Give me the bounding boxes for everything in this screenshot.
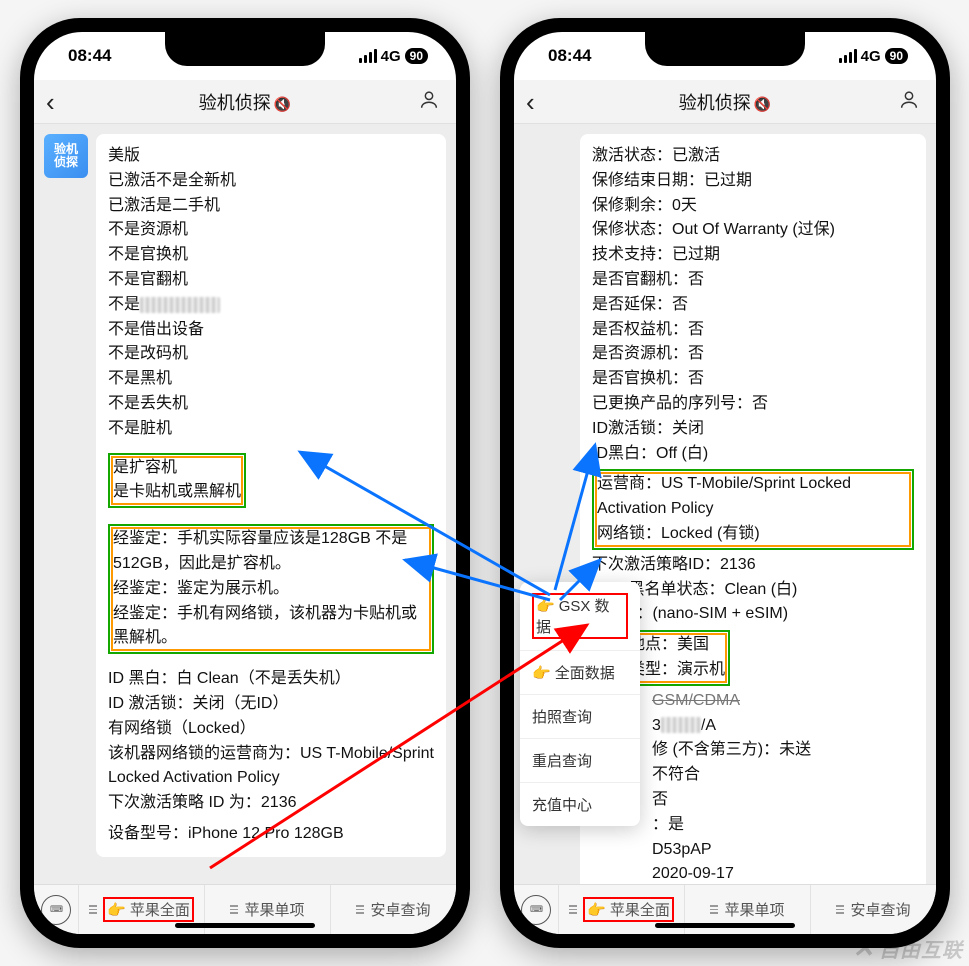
text-line: 不是借出设备 — [108, 318, 434, 343]
text-line: 下次激活策略ID：2136 — [592, 553, 914, 578]
popup-gsx[interactable]: 👉GSX 数据 — [520, 582, 640, 651]
text-line: 已激活是二手机 — [108, 194, 434, 219]
home-indicator[interactable] — [655, 923, 795, 928]
text-line: 已更换产品的序列号：否 — [592, 392, 914, 417]
profile-icon[interactable] — [418, 88, 440, 115]
popup-reboot[interactable]: 重启查询 — [520, 739, 640, 783]
footer-android[interactable]: 安卓查询 — [810, 885, 936, 934]
popup-photo[interactable]: 拍照查询 — [520, 695, 640, 739]
text-line: 经鉴定：鉴定为展示机。 — [113, 577, 429, 602]
text-line: GSM/CDMA — [592, 689, 914, 714]
mute-icon: 🔇 — [754, 96, 771, 112]
status-network: 4G — [861, 48, 881, 65]
text-line: 不是黑机 — [108, 367, 434, 392]
back-icon[interactable]: ‹ — [46, 89, 55, 115]
nav-bar: ‹ 验机侦探🔇 — [514, 80, 936, 124]
text-line: 不是官翻机 — [108, 268, 434, 293]
status-time: 08:44 — [548, 46, 591, 66]
text-line: ID激活锁：关闭 — [592, 417, 914, 442]
text-line: GSM黑名单状态：Clean (白) — [592, 578, 914, 603]
status-time: 08:44 — [68, 46, 111, 66]
page-title: 验机侦探 — [199, 93, 271, 113]
text-line: 2020-09-17 — [592, 862, 914, 884]
page-title: 验机侦探 — [679, 93, 751, 113]
text-line: ID 黑白：白 Clean（不是丢失机） — [108, 667, 434, 692]
text-line: 不是丢失机 — [108, 392, 434, 417]
popup-recharge[interactable]: 充值中心 — [520, 783, 640, 826]
text-line: 不是改码机 — [108, 342, 434, 367]
text-line: 美版 — [108, 144, 434, 169]
back-icon[interactable]: ‹ — [526, 89, 535, 115]
text-line: 激活状态：已激活 — [592, 144, 914, 169]
highlight-carrier: 运营商：US T-Mobile/Sprint Locked Activation… — [592, 469, 914, 549]
home-indicator[interactable] — [175, 923, 315, 928]
footer-android[interactable]: 安卓查询 — [330, 885, 456, 934]
redacted-text — [140, 297, 220, 313]
text-line: 是否资源机：否 — [592, 342, 914, 367]
text-line: 不是 — [108, 293, 434, 318]
profile-icon[interactable] — [898, 88, 920, 115]
text-line: 技术支持：已过期 — [592, 243, 914, 268]
avatar[interactable]: 验机侦探 — [44, 134, 88, 178]
watermark: ✕自由互联 — [852, 933, 963, 964]
battery-icon: 90 — [885, 48, 908, 64]
text-line: 是否官翻机：否 — [592, 268, 914, 293]
text-line: 保修结束日期：已过期 — [592, 169, 914, 194]
text-line: 是否延保：否 — [592, 293, 914, 318]
popup-menu: 👉GSX 数据 👉全面数据 拍照查询 重启查询 充值中心 — [520, 582, 640, 826]
signal-icon — [359, 49, 377, 63]
text-line: 有网络锁（Locked） — [108, 717, 434, 742]
popup-full[interactable]: 👉全面数据 — [520, 651, 640, 695]
keyboard-icon[interactable]: ⌨ — [514, 888, 558, 932]
signal-icon — [839, 49, 857, 63]
text-line: 经鉴定：手机有网络锁，该机器为卡贴机或黑解机。 — [113, 602, 429, 652]
text-line: 下次激活策略 ID 为：2136 — [108, 791, 434, 816]
text-line: 3/A — [592, 714, 914, 739]
mute-icon: 🔇 — [274, 96, 291, 112]
text-line: 经鉴定：手机实际容量应该是128GB 不是 512GB，因此是扩容机。 — [113, 527, 429, 577]
text-line: 设备型号：iPhone 12 Pro 128GB — [108, 822, 434, 847]
text-line: 是否官换机：否 — [592, 367, 914, 392]
battery-icon: 90 — [405, 48, 428, 64]
text-line: 修 (不含第三方)：未送 — [592, 738, 914, 763]
text-line: 不是脏机 — [108, 417, 434, 442]
text-line: 运营商：US T-Mobile/Sprint Locked Activation… — [597, 472, 909, 522]
highlight-verdict: 经鉴定：手机实际容量应该是128GB 不是 512GB，因此是扩容机。 经鉴定：… — [108, 524, 434, 654]
text-line: 不是官换机 — [108, 243, 434, 268]
text-line: 保修剩余：0天 — [592, 194, 914, 219]
text-line: 不符合 — [592, 763, 914, 788]
text-line: 是否权益机：否 — [592, 318, 914, 343]
text-line: ID黑白：Off (白) — [592, 442, 914, 467]
nav-bar: ‹ 验机侦探🔇 — [34, 80, 456, 124]
text-line: 是扩容机 — [113, 456, 241, 481]
text-line: D53pAP — [592, 838, 914, 863]
text-line: ID 激活锁：关闭（无ID） — [108, 692, 434, 717]
status-network: 4G — [381, 48, 401, 65]
highlight-expansion: 是扩容机 是卡贴机或黑解机 — [108, 453, 246, 509]
chat-message: 美版 已激活不是全新机 已激活是二手机 不是资源机 不是官换机 不是官翻机 不是… — [96, 134, 446, 857]
text-line: 该机器网络锁的运营商为：US T-Mobile/Sprint Locked Ac… — [108, 742, 434, 792]
text-line: 不是资源机 — [108, 218, 434, 243]
text-line: 保修状态：Out Of Warranty (过保) — [592, 218, 914, 243]
keyboard-icon[interactable]: ⌨ — [34, 888, 78, 932]
text-line: ：是 — [592, 813, 914, 838]
text-line: 已激活不是全新机 — [108, 169, 434, 194]
text-line: 网络锁：Locked (有锁) — [597, 522, 909, 547]
text-line: 否 — [592, 788, 914, 813]
text-line: 是卡贴机或黑解机 — [113, 480, 241, 505]
text-line: SIM卡：(nano-SIM + eSIM) — [592, 602, 914, 627]
